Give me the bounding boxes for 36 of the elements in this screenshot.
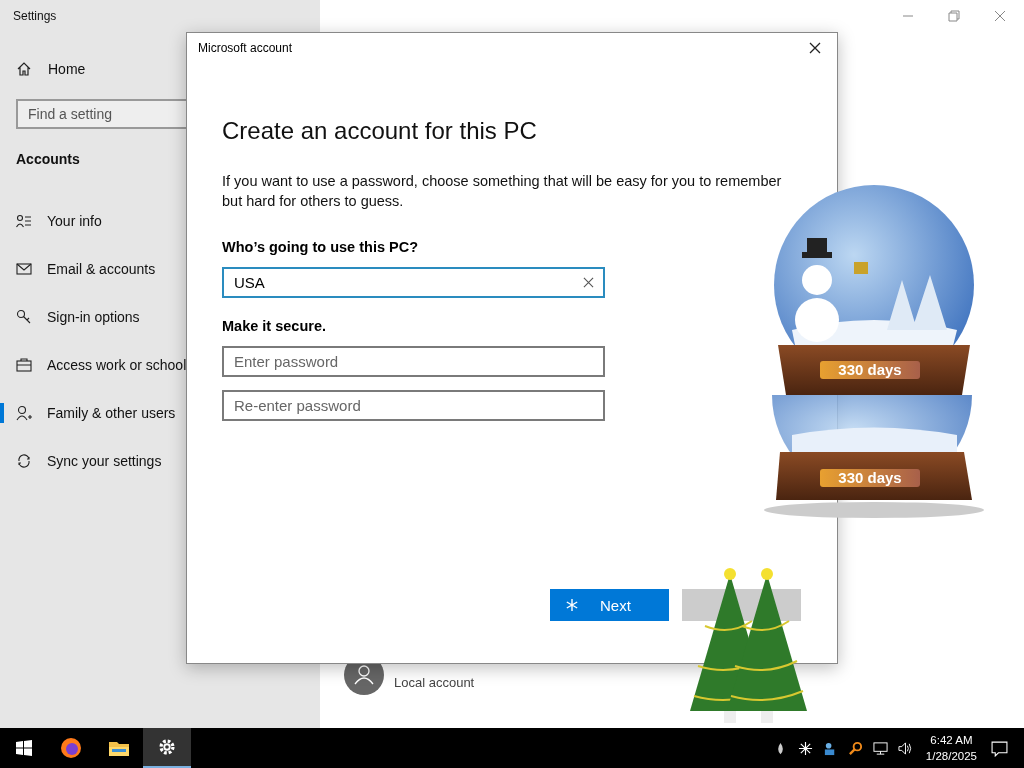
- nav-icon: [16, 261, 32, 277]
- clock-date: 1/28/2025: [925, 749, 977, 764]
- dialog-title: Microsoft account: [198, 41, 293, 55]
- clock-time: 6:42 AM: [930, 733, 973, 748]
- nav-icon: [16, 213, 32, 229]
- close-icon[interactable]: [809, 42, 821, 54]
- network-icon[interactable]: [872, 740, 888, 756]
- nav-icon: [16, 309, 32, 325]
- days-label: 330 days: [820, 361, 920, 379]
- dialog-heading: Create an account for this PC: [222, 117, 538, 145]
- days-label: 330 days: [820, 469, 920, 487]
- nav-icon: [16, 405, 32, 421]
- nav-icon: [16, 453, 32, 469]
- home-link[interactable]: Home: [48, 61, 86, 77]
- snowflake-icon: [566, 599, 578, 611]
- account-type-text: Local account: [394, 674, 475, 690]
- section-heading: Accounts: [16, 151, 81, 167]
- taskbar-app-icon[interactable]: [143, 728, 191, 768]
- clear-icon[interactable]: [583, 277, 594, 288]
- asterisk-icon[interactable]: [797, 740, 813, 756]
- nav-icon: [16, 357, 32, 373]
- volume-icon[interactable]: [897, 740, 913, 756]
- password-field[interactable]: Re-enter password: [222, 390, 605, 421]
- start-icon[interactable]: [16, 740, 32, 756]
- clock[interactable]: 6:42 AM 1/28/2025: [925, 732, 977, 764]
- name-field[interactable]: USA: [222, 267, 605, 298]
- search-icon[interactable]: [847, 740, 863, 756]
- password-field[interactable]: Enter password: [222, 346, 605, 377]
- home-icon: [16, 61, 32, 77]
- field-label: Who’s going to use this PC?: [222, 239, 419, 255]
- dialog-description: If you want to use a password, choose something that will be easy for you to remember but hard for others to guess.: [222, 172, 783, 211]
- field-label: Make it secure.: [222, 318, 327, 334]
- nav-item[interactable]: Sync your settings: [0, 437, 320, 485]
- window-title: Settings: [13, 9, 58, 23]
- notification-icon[interactable]: [991, 739, 1008, 757]
- next-button[interactable]: Next: [550, 589, 669, 621]
